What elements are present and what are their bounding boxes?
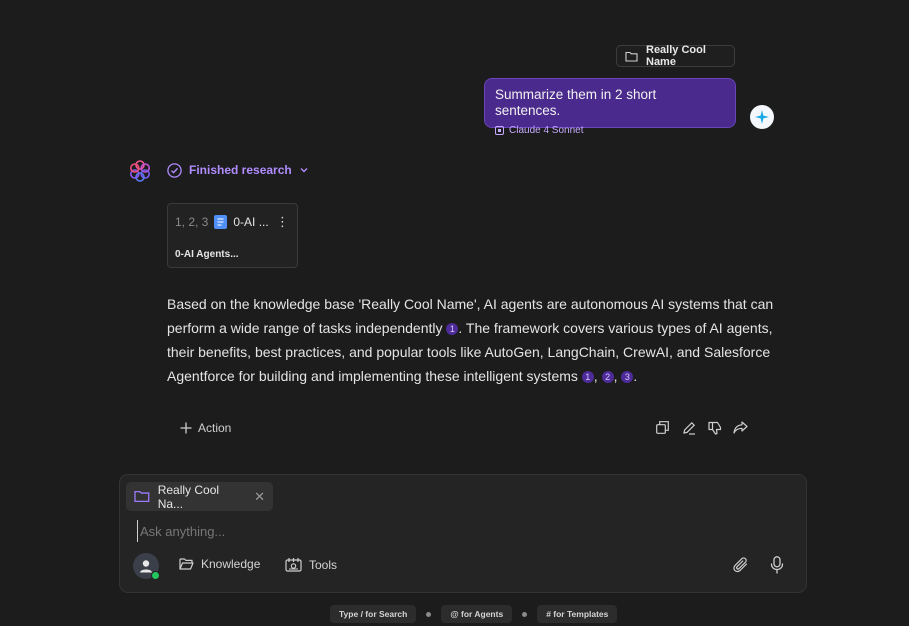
plus-icon <box>180 422 192 434</box>
tools-button[interactable]: Tools <box>285 557 337 573</box>
folder-icon <box>625 51 638 62</box>
user-avatar[interactable] <box>750 105 774 129</box>
hint-separator <box>426 611 432 617</box>
kebab-menu-icon[interactable]: ⋮ <box>276 215 289 228</box>
research-status-toggle[interactable]: Finished research <box>167 162 309 178</box>
edit-icon[interactable] <box>680 419 697 436</box>
source-card-header: 1, 2, 3 0-AI ... <box>175 215 269 229</box>
source-card-title: 0-AI Agents... <box>175 249 239 260</box>
message-toolbar <box>654 419 749 436</box>
knowledge-button[interactable]: Knowledge <box>179 557 260 571</box>
action-label: Action <box>198 421 232 435</box>
answer-text-3: . <box>633 368 638 384</box>
folder-chip[interactable]: Really Cool Name <box>616 44 735 68</box>
thumbs-down-icon[interactable] <box>706 419 723 436</box>
source-card[interactable]: 1, 2, 3 0-AI ... ⋮ 0-AI Agents... <box>167 203 298 268</box>
share-icon[interactable] <box>732 419 749 436</box>
user-message-text: Summarize them in 2 short sentences. <box>495 87 657 118</box>
folder-icon <box>134 490 150 503</box>
copy-icon[interactable] <box>654 419 671 436</box>
action-button[interactable]: Action <box>180 419 231 437</box>
paperclip-icon[interactable] <box>733 557 749 578</box>
ask-input[interactable] <box>137 520 740 542</box>
citation-badge[interactable]: 1 <box>581 371 594 383</box>
citation-badge[interactable]: 2 <box>601 371 614 383</box>
hint-templates: # for Templates <box>537 605 618 623</box>
user-icon <box>140 560 152 573</box>
online-status-dot <box>151 571 160 580</box>
assistant-answer: Based on the knowledge base 'Really Cool… <box>167 296 774 384</box>
sparkle-icon <box>755 110 769 124</box>
profile-avatar[interactable] <box>133 553 160 580</box>
attached-folder-chip[interactable]: Really Cool Na... ✕ <box>126 482 273 511</box>
hint-separator <box>522 611 528 617</box>
document-icon <box>214 215 228 229</box>
user-message-bubble: Summarize them in 2 short sentences. Cla… <box>484 78 736 136</box>
model-label: Claude 4 Sonnet <box>509 125 584 136</box>
source-numbers: 1, 2, 3 <box>175 215 209 229</box>
check-circle-icon <box>167 162 182 178</box>
citation-badge[interactable]: 3 <box>621 371 634 383</box>
hint-search: Type / for Search <box>330 605 417 623</box>
assistant-logo-icon <box>128 159 152 183</box>
close-icon[interactable]: ✕ <box>254 489 265 505</box>
model-tag: Claude 4 Sonnet <box>495 125 725 136</box>
shortcut-hints: Type / for Search @ for Agents # for Tem… <box>330 605 618 623</box>
knowledge-label: Knowledge <box>201 557 261 571</box>
research-status-label: Finished research <box>189 163 292 177</box>
folder-chip-label: Really Cool Name <box>646 44 706 68</box>
model-icon <box>495 126 504 135</box>
source-doc-name: 0-AI ... <box>233 215 269 229</box>
attached-folder-label: Really Cool Na... <box>157 482 220 511</box>
folder-open-icon <box>179 558 194 570</box>
microphone-icon[interactable] <box>770 556 784 579</box>
chevron-down-icon <box>300 168 308 173</box>
tools-icon <box>285 558 302 572</box>
tools-label: Tools <box>309 558 338 572</box>
hint-agents: @ for Agents <box>441 605 513 623</box>
citation-badge[interactable]: 1 <box>446 323 459 335</box>
